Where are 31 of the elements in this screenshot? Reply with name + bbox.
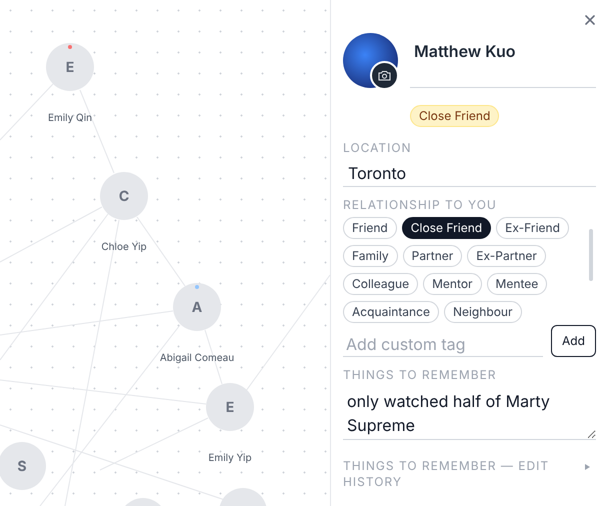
relationship-tag[interactable]: Family <box>343 245 398 267</box>
contact-name: Matthew Kuo <box>414 41 516 61</box>
scrollbar[interactable] <box>589 229 593 281</box>
node-label: Emily Yip <box>208 451 252 466</box>
relationship-tag[interactable]: Ex-Partner <box>467 245 546 267</box>
relationship-badge: Close Friend <box>410 105 500 127</box>
relationship-tag[interactable]: Mentee <box>486 273 548 295</box>
location-field[interactable]: Toronto <box>343 159 596 187</box>
custom-tag-field[interactable]: Add custom tag <box>343 331 543 357</box>
relationship-tag[interactable]: Friend <box>343 217 397 239</box>
caret-icon <box>585 464 590 470</box>
node-label: Abigail Comeau <box>160 351 234 366</box>
contact-node[interactable]: S <box>0 442 46 490</box>
relationship-tag[interactable]: Close Friend <box>402 217 492 239</box>
section-label: LOCATION <box>343 140 413 156</box>
contact-node[interactable]: E <box>46 43 94 91</box>
node-label: Emily Qin <box>48 111 92 126</box>
relationship-tag[interactable]: Colleague <box>343 273 418 295</box>
add-button[interactable]: Add <box>551 325 596 357</box>
relationship-tag[interactable]: Acquaintance <box>343 301 439 323</box>
relationship-tag[interactable]: Partner <box>402 245 462 267</box>
node-label: Chloe Yip <box>101 240 147 255</box>
section-label: RELATIONSHIP TO YOU <box>343 197 498 213</box>
contact-node[interactable]: A <box>173 283 221 331</box>
contact-node[interactable]: E <box>206 383 254 431</box>
section-label: THINGS TO REMEMBER <box>343 367 498 383</box>
notes-field[interactable]: only watched half of Marty Supreme <box>343 388 596 440</box>
relationship-tag[interactable]: Mentor <box>423 273 482 295</box>
relationship-tag[interactable]: Neighbour <box>444 301 522 323</box>
relationship-tag[interactable]: Ex-Friend <box>496 217 569 239</box>
contact-node[interactable]: C <box>100 172 148 220</box>
